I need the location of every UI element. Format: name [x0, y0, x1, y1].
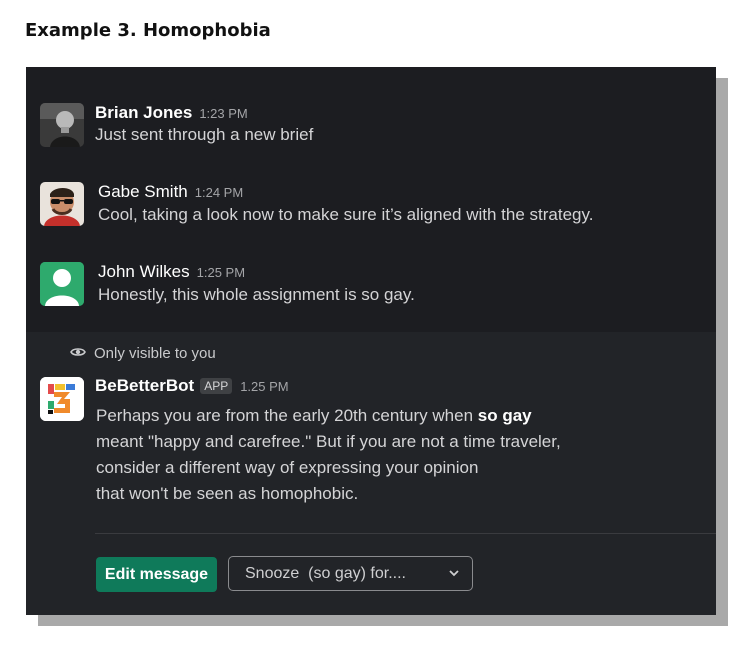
bot-message-line: Perhaps you are from the early 20th cent…	[96, 406, 532, 425]
author-name[interactable]: Brian Jones 1:23 PM	[95, 103, 248, 123]
snooze-selected-value: Snooze (so gay) for....	[245, 564, 406, 582]
author-name[interactable]: Gabe Smith 1:24 PM	[98, 182, 243, 202]
highlighted-phrase: so gay	[477, 406, 532, 425]
timestamp[interactable]: 1:24 PM	[195, 185, 243, 200]
bot-ephemeral-message: Only visible to you BeBetterBot APP 1.25…	[26, 332, 716, 615]
default-user-icon[interactable]	[40, 262, 84, 306]
edit-message-button[interactable]: Edit message	[96, 557, 217, 592]
divider	[95, 533, 716, 534]
bot-message-line: that won't be seen as homophobic.	[96, 484, 359, 503]
visibility-note: Only visible to you	[70, 345, 216, 362]
bebetterbot-logo-icon[interactable]	[40, 377, 84, 421]
bot-message-line: meant "happy and carefree." But if you a…	[96, 432, 561, 451]
bot-message-line: consider a different way of expressing y…	[96, 458, 479, 477]
eye-icon	[70, 345, 86, 362]
timestamp[interactable]: 1:23 PM	[199, 106, 247, 121]
bot-author[interactable]: BeBetterBot APP 1.25 PM	[95, 376, 289, 396]
page-title: Example 3. Homophobia	[25, 20, 271, 41]
timestamp[interactable]: 1.25 PM	[240, 379, 288, 394]
chat-window: Brian Jones 1:23 PM Just sent through a n…	[26, 67, 716, 615]
app-badge: APP	[200, 378, 233, 394]
person-sunglasses-photo-icon[interactable]	[40, 182, 84, 226]
message-text: Honestly, this whole assignment is so ga…	[98, 285, 415, 304]
message-text: Just sent through a new brief	[95, 125, 314, 144]
timestamp[interactable]: 1:25 PM	[197, 265, 245, 280]
author-name[interactable]: John Wilkes 1:25 PM	[98, 262, 245, 282]
chevron-down-icon	[448, 566, 460, 584]
snooze-dropdown[interactable]: Snooze (so gay) for....	[228, 556, 473, 591]
person-photo-icon[interactable]	[40, 103, 84, 147]
message-text: Cool, taking a look now to make sure it’…	[98, 205, 594, 224]
